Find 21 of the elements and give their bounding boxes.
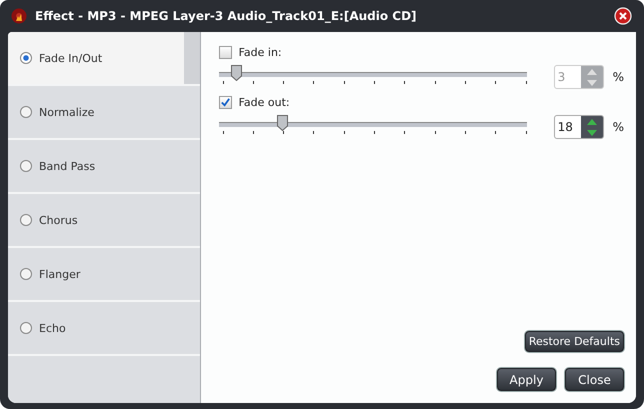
apply-button[interactable]: Apply	[497, 368, 556, 391]
effect-option[interactable]: Fade In/Out	[8, 32, 200, 86]
effect-option[interactable]: Echo	[8, 302, 200, 356]
unit-label: %	[612, 120, 624, 134]
effect-option[interactable]: Flanger	[8, 248, 200, 302]
checkbox-label: Fade out:	[238, 96, 290, 108]
effect-option[interactable]: Normalize	[8, 86, 200, 140]
unit-label: %	[612, 70, 624, 84]
close-button[interactable]: Close	[565, 368, 624, 391]
checkbox-label: Fade in:	[238, 46, 282, 58]
restore-defaults-button[interactable]: Restore Defaults	[524, 331, 624, 352]
effect-option[interactable]: Chorus	[8, 194, 200, 248]
slider-thumb[interactable]	[277, 115, 288, 131]
flame-disc-icon	[11, 8, 27, 24]
checkbox[interactable]	[218, 46, 232, 58]
checkbox[interactable]	[218, 96, 232, 108]
spin-box[interactable]: 18	[554, 115, 604, 139]
effect-option[interactable]: Band Pass	[8, 140, 200, 194]
window-title: Effect - MP3 - MPEG Layer-3 Audio_Track01_E:[Audio CD]	[35, 9, 418, 23]
slider-thumb[interactable]	[230, 65, 242, 81]
close-button[interactable]	[614, 7, 632, 25]
